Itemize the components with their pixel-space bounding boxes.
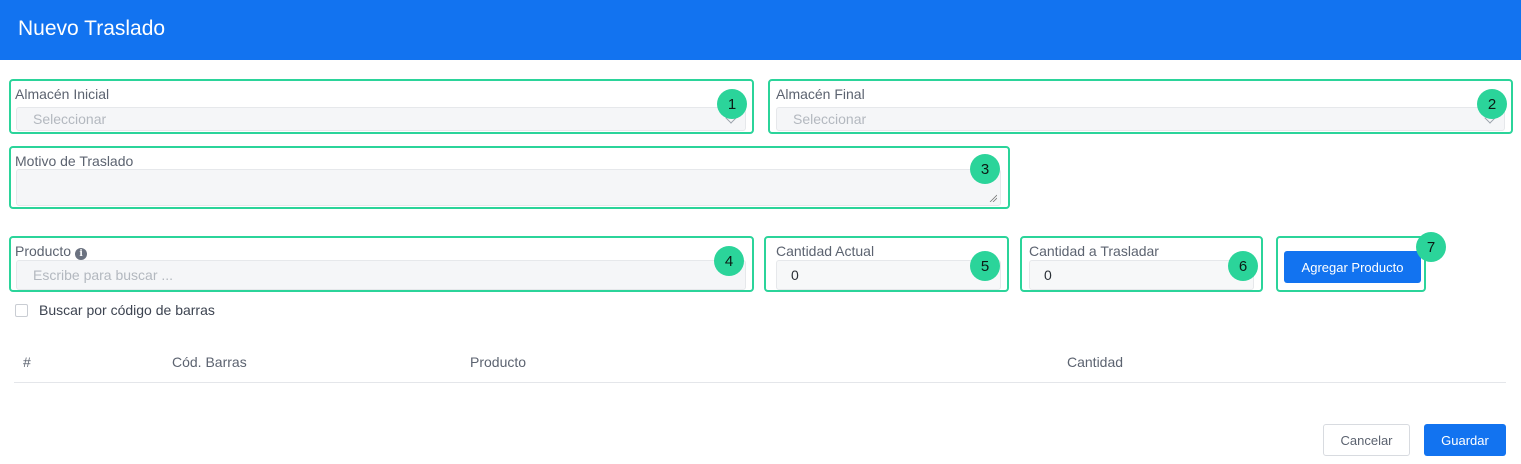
- modal-header: Nuevo Traslado: [0, 0, 1521, 60]
- column-header-product: Producto: [470, 354, 527, 370]
- almacen-inicial-placeholder: Seleccionar: [33, 111, 107, 127]
- resize-grip-icon[interactable]: [989, 194, 997, 202]
- almacen-final-placeholder: Seleccionar: [793, 111, 867, 127]
- motivo-field: Motivo de Traslado 3: [9, 146, 1010, 209]
- cancel-button[interactable]: Cancelar: [1323, 424, 1410, 456]
- agregar-producto-button[interactable]: Agregar Producto: [1284, 251, 1421, 283]
- cantidad-trasladar-value: 0: [1044, 267, 1052, 283]
- products-table-header: # Cód. Barras Producto Cantidad: [14, 344, 1506, 383]
- producto-search-input[interactable]: Escribe para buscar ...: [16, 260, 746, 290]
- barcode-search-checkbox[interactable]: [15, 304, 28, 317]
- column-header-quantity: Cantidad: [1067, 354, 1124, 370]
- step-badge-7: 7: [1416, 232, 1446, 262]
- step-badge-2: 2: [1477, 89, 1507, 119]
- cantidad-trasladar-field: Cantidad a Trasladar 0 6: [1020, 236, 1263, 292]
- almacen-inicial-select[interactable]: Seleccionar: [16, 107, 746, 131]
- save-button[interactable]: Guardar: [1424, 424, 1506, 456]
- step-badge-5: 5: [970, 251, 1000, 281]
- almacen-final-select[interactable]: Seleccionar: [776, 107, 1505, 131]
- producto-label-row: Producto i: [15, 243, 88, 260]
- cantidad-actual-value: 0: [791, 267, 799, 283]
- cantidad-trasladar-input[interactable]: 0: [1029, 260, 1254, 290]
- step-badge-4: 4: [714, 246, 744, 276]
- step-badge-6: 6: [1228, 251, 1258, 281]
- producto-label: Producto: [15, 243, 72, 259]
- cantidad-actual-input[interactable]: 0: [776, 260, 1001, 290]
- almacen-final-label: Almacén Final: [776, 86, 865, 102]
- step-badge-1: 1: [717, 89, 747, 119]
- producto-field: Producto i Escribe para buscar ... 4: [9, 236, 754, 292]
- modal-title: Nuevo Traslado: [18, 17, 166, 40]
- column-header-index: #: [23, 354, 31, 370]
- motivo-label: Motivo de Traslado: [15, 153, 134, 169]
- cantidad-actual-field: Cantidad Actual 0 5: [764, 236, 1009, 292]
- step-badge-3: 3: [970, 154, 1000, 184]
- cantidad-actual-label: Cantidad Actual: [776, 243, 875, 259]
- producto-placeholder: Escribe para buscar ...: [33, 267, 174, 283]
- info-icon[interactable]: i: [75, 248, 88, 260]
- almacen-inicial-field: Almacén Inicial Seleccionar 1: [9, 79, 754, 134]
- almacen-inicial-label: Almacén Inicial: [15, 86, 110, 102]
- barcode-search-label: Buscar por código de barras: [39, 302, 215, 318]
- cantidad-trasladar-label: Cantidad a Trasladar: [1029, 243, 1159, 259]
- motivo-textarea[interactable]: [16, 169, 1001, 206]
- almacen-final-field: Almacén Final Seleccionar 2: [768, 79, 1513, 134]
- column-header-barcode: Cód. Barras: [172, 354, 247, 370]
- agregar-producto-field: Agregar Producto 7: [1276, 232, 1446, 292]
